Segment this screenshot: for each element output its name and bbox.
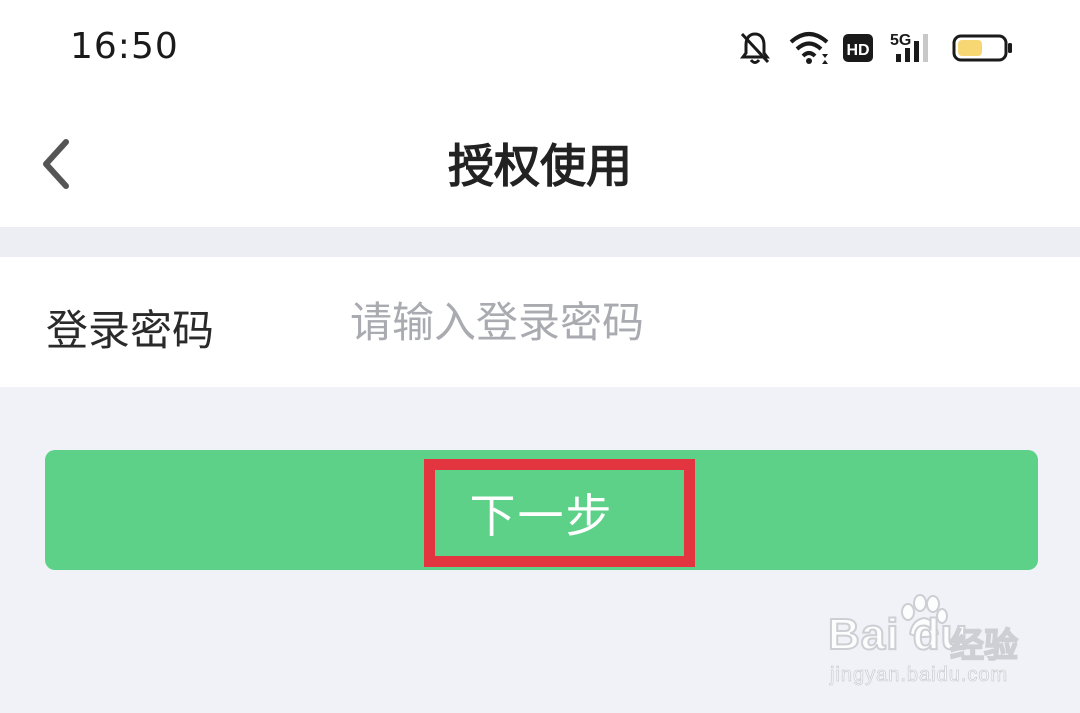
svg-text:HD: HD bbox=[846, 42, 869, 59]
status-bar: 16:50 HD 5G bbox=[0, 0, 1080, 100]
password-input[interactable] bbox=[350, 287, 1040, 357]
svg-text:5G: 5G bbox=[890, 32, 911, 49]
password-label: 登录密码 bbox=[46, 306, 215, 355]
watermark-brand: Bai du bbox=[827, 609, 969, 660]
status-time: 16:50 bbox=[70, 26, 179, 67]
signal-5g-icon: 5G bbox=[890, 32, 928, 62]
baidu-watermark: Bai du 经验 jingyan.baidu.com bbox=[827, 594, 1028, 694]
password-row: 登录密码 bbox=[0, 257, 1080, 387]
wifi-icon bbox=[789, 32, 829, 64]
hd-icon: HD bbox=[843, 34, 873, 62]
next-step-label: 下一步 bbox=[469, 489, 614, 543]
page-title: 授权使用 bbox=[448, 139, 632, 193]
section-divider bbox=[0, 227, 1080, 257]
watermark-sub: 经验 bbox=[949, 625, 1019, 667]
battery-icon bbox=[952, 34, 1012, 62]
navigation-bar: 授权使用 bbox=[0, 100, 1080, 227]
watermark-url: jingyan.baidu.com bbox=[830, 664, 1009, 687]
bell-off-icon bbox=[740, 32, 770, 64]
next-step-button[interactable]: 下一步 bbox=[45, 450, 1038, 570]
